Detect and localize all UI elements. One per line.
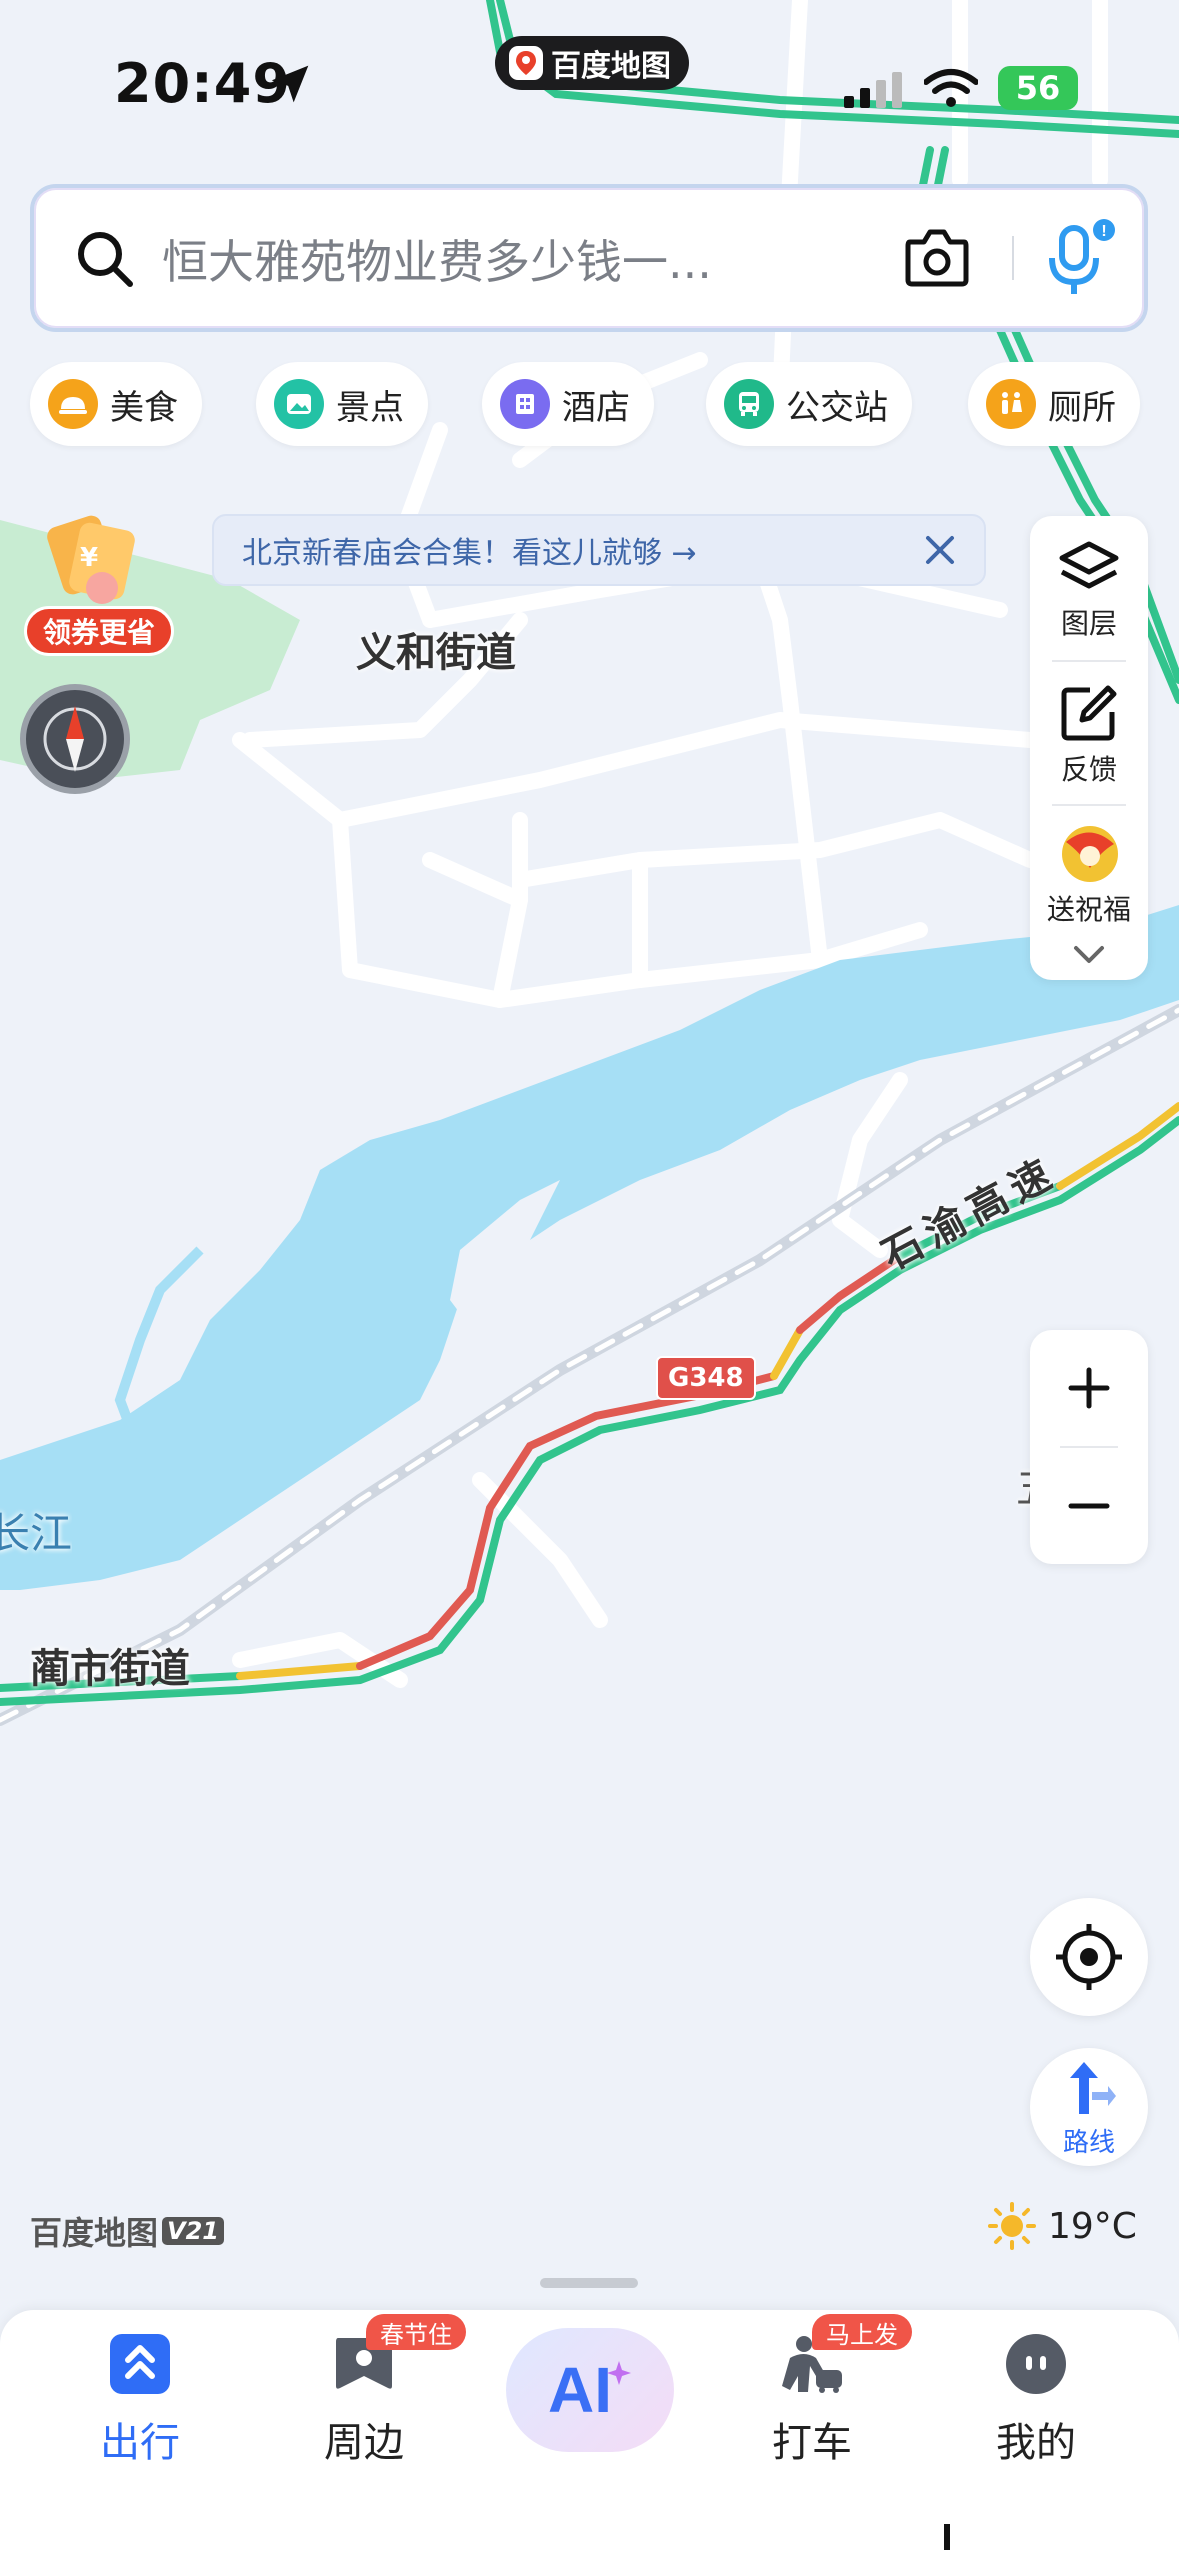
zoom-in-button[interactable]: [1030, 1330, 1148, 1446]
coupon-badge-label: 领券更省: [43, 616, 156, 649]
category-food[interactable]: 美食: [30, 362, 202, 446]
coupon-icon[interactable]: ¥: [40, 510, 140, 610]
route-arrow-icon: [1070, 2062, 1116, 2114]
road-shield-g348[interactable]: G348: [656, 1356, 756, 1400]
route-button[interactable]: 路线: [1030, 2048, 1148, 2166]
category-bus-stop[interactable]: 公交站: [706, 362, 912, 446]
promo-banner[interactable]: 北京新春庙会合集！看这儿就够 →: [212, 514, 986, 586]
bus-stop-icon: [724, 379, 774, 429]
zoom-out-button[interactable]: [1030, 1448, 1148, 1564]
brand-name: 百度地图: [30, 2214, 159, 2252]
category-toilet-label: 厕所: [1048, 387, 1116, 428]
map-pin-icon: [509, 46, 543, 80]
svg-text:!: !: [1101, 223, 1106, 240]
nav-mine-label: 我的: [996, 2420, 1076, 2466]
blessing-icon[interactable]: [1050, 822, 1128, 886]
plus-icon: [1068, 1367, 1110, 1409]
search-icon: [78, 232, 133, 287]
category-hotel-label: 酒店: [562, 387, 630, 428]
layers-label[interactable]: 图层: [1030, 602, 1148, 642]
camera-icon[interactable]: [904, 226, 970, 288]
brand-watermark: 百度地图 V21: [30, 2208, 224, 2254]
feedback-icon[interactable]: [1060, 684, 1118, 742]
nav-mine[interactable]: 我的: [946, 2330, 1126, 2490]
category-scenic[interactable]: 景点: [256, 362, 428, 446]
blessing-label[interactable]: 送祝福: [1030, 888, 1148, 928]
search-divider: [1012, 236, 1014, 280]
compass-button[interactable]: [20, 684, 130, 794]
map-label-linshi[interactable]: 蔺市街道: [30, 1636, 190, 1694]
cellular-signal-icon: [844, 72, 902, 108]
nav-nearby[interactable]: 周边: [274, 2330, 454, 2490]
taxi-badge: 马上发: [812, 2314, 912, 2350]
sheet-handle[interactable]: [540, 2278, 638, 2288]
battery-level: 56: [1015, 69, 1061, 107]
category-food-label: 美食: [110, 387, 178, 428]
scenic-icon: [274, 379, 324, 429]
food-icon: [48, 379, 98, 429]
locate-button[interactable]: [1030, 1898, 1148, 2016]
profile-icon: [1006, 2334, 1066, 2394]
search-input[interactable]: 恒大雅苑物业费多少钱一...: [162, 226, 712, 292]
close-icon[interactable]: [920, 530, 960, 570]
location-arrow-icon: [271, 65, 309, 103]
brand-version: V21: [162, 2217, 224, 2245]
nav-taxi-label: 打车: [772, 2420, 852, 2466]
nav-travel[interactable]: 出行: [50, 2330, 230, 2490]
nav-travel-label: 出行: [100, 2420, 180, 2466]
nav-taxi[interactable]: 打车: [722, 2330, 902, 2490]
compass-icon: [43, 706, 107, 772]
layers-icon[interactable]: [1058, 540, 1120, 596]
tools-separator: [1052, 804, 1126, 806]
weather-widget[interactable]: 19°C: [988, 2202, 1137, 2250]
map-label-yihe[interactable]: 义和街道: [356, 620, 516, 678]
map-label-river[interactable]: 长江: [0, 1500, 72, 1561]
promo-banner-text: 北京新春庙会合集！看这儿就够 →: [242, 536, 697, 571]
ai-label: AI: [548, 2354, 612, 2426]
map-label-river-text: 长江: [0, 1509, 72, 1558]
app-indicator-pill[interactable]: 百度地图: [495, 36, 689, 90]
battery-indicator: 56: [998, 66, 1078, 110]
feedback-label[interactable]: 反馈: [1030, 748, 1148, 788]
locate-icon: [1056, 1924, 1122, 1990]
sparkle-icon: [607, 2361, 631, 2385]
chevron-down-icon[interactable]: [1072, 944, 1106, 966]
category-hotel[interactable]: 酒店: [482, 362, 654, 446]
category-toilet[interactable]: 厕所: [968, 362, 1140, 446]
tools-separator: [1052, 660, 1126, 662]
app-pill-label: 百度地图: [551, 49, 671, 84]
minus-icon: [1068, 1503, 1110, 1509]
status-time: 20:49: [114, 52, 291, 115]
route-button-label: 路线: [1062, 2128, 1115, 2158]
coupon-badge[interactable]: 领券更省: [24, 606, 175, 656]
sun-icon: [988, 2202, 1036, 2250]
svg-text:¥: ¥: [80, 543, 98, 573]
nav-nearby-label: 周边: [324, 2420, 404, 2466]
hotel-icon: [500, 379, 550, 429]
wifi-icon: [924, 69, 978, 107]
home-indicator-fragment: [944, 2524, 950, 2550]
category-scenic-label: 景点: [336, 387, 404, 428]
voice-mic-icon[interactable]: !: [1042, 218, 1116, 298]
toilet-icon: [986, 379, 1036, 429]
weather-temp: 19°C: [1048, 2205, 1137, 2247]
ai-assistant-button[interactable]: AI: [506, 2328, 674, 2452]
travel-icon: [110, 2334, 170, 2394]
nearby-badge: 春节住: [366, 2314, 466, 2350]
category-bus-stop-label: 公交站: [786, 387, 888, 428]
